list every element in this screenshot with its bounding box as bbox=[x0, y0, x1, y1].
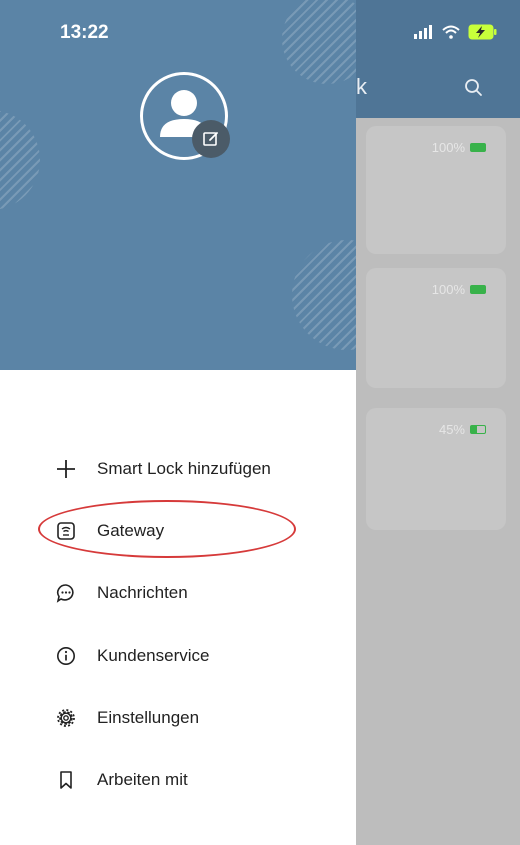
wifi-icon bbox=[442, 25, 460, 39]
menu-item-customer-service[interactable]: Kundenservice bbox=[55, 636, 209, 676]
lock-card[interactable]: 100% bbox=[366, 268, 506, 388]
decor-circle bbox=[282, 0, 356, 84]
menu-item-label: Einstellungen bbox=[97, 708, 200, 727]
menu-item-label: Arbeiten mit bbox=[97, 770, 188, 789]
lock-card[interactable]: 45% bbox=[366, 408, 506, 530]
edit-profile-button[interactable] bbox=[192, 120, 230, 158]
chat-bubble-icon bbox=[55, 582, 77, 604]
menu-item-label: Kundenservice bbox=[97, 646, 210, 665]
signal-icon bbox=[414, 25, 432, 39]
status-time: 13:22 bbox=[60, 22, 109, 43]
search-icon[interactable] bbox=[462, 76, 486, 100]
battery-charging-icon bbox=[468, 24, 497, 40]
menu-item-messages[interactable]: Nachrichten bbox=[55, 573, 188, 613]
battery-icon bbox=[470, 143, 486, 152]
battery-icon bbox=[470, 425, 486, 434]
menu-item-label: Nachrichten bbox=[97, 583, 188, 602]
gear-icon bbox=[55, 707, 77, 729]
menu-item-work-with[interactable]: Arbeiten mit bbox=[55, 760, 188, 800]
menu-item-add-smart-lock[interactable]: Smart Lock hinzufügen bbox=[55, 449, 271, 489]
lock-card[interactable]: 100% bbox=[366, 126, 506, 254]
menu-item-settings[interactable]: Einstellungen bbox=[55, 698, 199, 738]
info-icon bbox=[55, 645, 77, 667]
battery-status: 100% bbox=[432, 282, 486, 297]
battery-status: 45% bbox=[439, 422, 486, 437]
battery-fill bbox=[471, 286, 485, 293]
highlight-annotation bbox=[38, 500, 296, 558]
battery-percent: 100% bbox=[431, 140, 465, 155]
app-title: k bbox=[356, 74, 367, 99]
edit-icon bbox=[203, 132, 218, 146]
decor-circle bbox=[292, 240, 356, 350]
plus-icon bbox=[55, 458, 77, 480]
battery-fill bbox=[471, 426, 478, 433]
decor-circle bbox=[0, 110, 40, 210]
bookmark-icon bbox=[55, 769, 77, 791]
drawer-profile-header: 13:22 bbox=[0, 0, 356, 370]
battery-fill bbox=[471, 144, 485, 151]
battery-icon bbox=[470, 285, 486, 294]
battery-percent: 100% bbox=[431, 282, 465, 297]
battery-percent: 45% bbox=[438, 422, 465, 437]
status-icons bbox=[414, 24, 498, 40]
menu-item-label: Smart Lock hinzufügen bbox=[97, 459, 271, 478]
navigation-drawer: 13:22 Smart Lock hinzufügen Gateway Nach… bbox=[0, 0, 356, 845]
battery-status: 100% bbox=[432, 140, 486, 155]
